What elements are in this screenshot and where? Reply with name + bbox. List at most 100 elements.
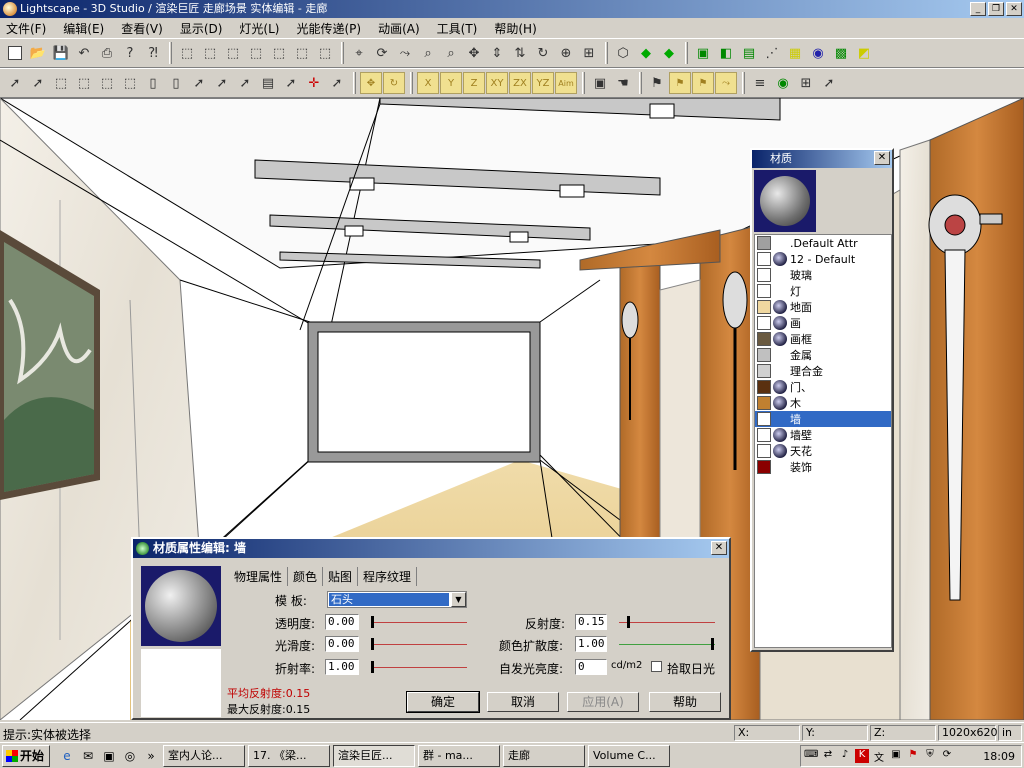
tray-app-icon[interactable]: ▣: [889, 749, 903, 763]
task-renderer[interactable]: 渲染巨匠...: [333, 744, 415, 767]
axis-xy-button[interactable]: XY: [486, 72, 508, 94]
material-list[interactable]: .Default Attr 12 - Default 玻璃灯地面画画框 金属 理合金 门、…: [754, 234, 892, 648]
material-list-item[interactable]: .Default Attr: [755, 235, 891, 251]
axis-y-button[interactable]: Y: [440, 72, 462, 94]
texture-icon[interactable]: ▩: [830, 42, 852, 64]
open-folder-icon[interactable]: 📂: [27, 42, 49, 64]
pan-icon[interactable]: ✥: [463, 42, 485, 64]
move-arrow-icon[interactable]: ➚: [326, 72, 348, 94]
dolly-icon[interactable]: ⇕: [486, 42, 508, 64]
roll-icon[interactable]: ↻: [532, 42, 554, 64]
material-list-item[interactable]: 木: [755, 395, 891, 411]
view-top-icon[interactable]: ⬚: [291, 42, 313, 64]
pick-scale-icon[interactable]: ➚: [234, 72, 256, 94]
ie-icon[interactable]: e: [58, 747, 76, 765]
refraction-field[interactable]: 1.00: [325, 659, 359, 675]
axis-yz-button[interactable]: YZ: [532, 72, 554, 94]
person-yellow-icon[interactable]: ⚑: [692, 72, 714, 94]
select-arrow-icon[interactable]: ➚: [4, 72, 26, 94]
tray-flag-icon[interactable]: ⚑: [906, 749, 920, 763]
menu-file[interactable]: 文件(F): [4, 20, 48, 37]
walk-icon[interactable]: ⤳: [394, 42, 416, 64]
menu-edit[interactable]: 编辑(E): [61, 20, 106, 37]
path-yellow-icon[interactable]: ⤳: [715, 72, 737, 94]
menu-display[interactable]: 显示(D): [178, 20, 225, 37]
materials-icon[interactable]: ▤: [738, 42, 760, 64]
ok-button[interactable]: 确定: [406, 691, 480, 713]
material-list-item[interactable]: 墙: [755, 411, 891, 427]
document-icon[interactable]: ▯: [142, 72, 164, 94]
zoom-icon[interactable]: ⌕: [417, 42, 439, 64]
task-volume[interactable]: Volume C...: [588, 744, 670, 767]
wireframe-icon[interactable]: ⬡: [612, 42, 634, 64]
print-icon[interactable]: ⎙: [96, 42, 118, 64]
material-list-item[interactable]: 画: [755, 315, 891, 331]
undo-icon[interactable]: ↶: [73, 42, 95, 64]
material-list-item[interactable]: 金属: [755, 347, 891, 363]
edit-object-icon[interactable]: ➚: [818, 72, 840, 94]
color-bleed-slider[interactable]: [615, 638, 715, 650]
material-list-item[interactable]: 玻璃: [755, 267, 891, 283]
tab-texture[interactable]: 贴图: [323, 567, 359, 586]
new-file-icon[interactable]: [4, 42, 26, 64]
task-chapter[interactable]: 17. 《梁...: [248, 744, 330, 767]
zoom-window-icon[interactable]: ⊞: [578, 42, 600, 64]
chevron-down-icon[interactable]: ▼: [451, 592, 466, 607]
globe-icon[interactable]: ◉: [807, 42, 829, 64]
more-chevron-icon[interactable]: »: [142, 747, 160, 765]
menu-tools[interactable]: 工具(T): [435, 20, 480, 37]
material-list-item[interactable]: 灯: [755, 283, 891, 299]
menu-animation[interactable]: 动画(A): [376, 20, 422, 37]
orbit-icon[interactable]: ⟳: [371, 42, 393, 64]
palette-icon[interactable]: ▦: [784, 42, 806, 64]
material-list-item[interactable]: 地面: [755, 299, 891, 315]
layer-select-icon[interactable]: ▤: [257, 72, 279, 94]
layers-icon[interactable]: ≡: [749, 72, 771, 94]
materials-panel-titlebar[interactable]: 材质 ✕: [752, 150, 892, 168]
document-copy-icon[interactable]: ▯: [165, 72, 187, 94]
view-right-icon[interactable]: ⬚: [268, 42, 290, 64]
material-editor-titlebar[interactable]: 材质属性编辑: 墙 ✕: [133, 539, 729, 558]
apply-button[interactable]: 应用(A): [567, 692, 639, 712]
image-icon[interactable]: ◩: [853, 42, 875, 64]
template-select[interactable]: 石头 ▼: [327, 591, 467, 608]
blocks-icon[interactable]: ◧: [715, 42, 737, 64]
hand-icon[interactable]: ☚: [612, 72, 634, 94]
tab-color[interactable]: 颜色: [288, 567, 324, 586]
axis-aim-button[interactable]: Aim: [555, 72, 577, 94]
menu-view[interactable]: 查看(V): [119, 20, 165, 37]
menu-help[interactable]: 帮助(H): [492, 20, 538, 37]
render-icon[interactable]: ◉: [772, 72, 794, 94]
layer-icon[interactable]: ▣: [692, 42, 714, 64]
close-button[interactable]: ✕: [1006, 2, 1022, 16]
refraction-slider[interactable]: [369, 661, 467, 673]
view-left-icon[interactable]: ⬚: [245, 42, 267, 64]
menu-radiosity[interactable]: 光能传递(P): [294, 20, 363, 37]
select-window-icon[interactable]: ⬚: [50, 72, 72, 94]
tray-lang-icon[interactable]: 文: [872, 749, 886, 764]
reflectance-field[interactable]: 0.15: [575, 614, 607, 630]
tilt-icon[interactable]: ⇅: [509, 42, 531, 64]
outlook-icon[interactable]: ✉: [79, 747, 97, 765]
axis-x-button[interactable]: X: [417, 72, 439, 94]
smoothness-slider[interactable]: [369, 638, 467, 650]
help-button[interactable]: 帮助: [649, 692, 721, 712]
material-editor-close-button[interactable]: ✕: [711, 541, 727, 555]
materials-panel-close-button[interactable]: ✕: [874, 151, 890, 165]
view-bottom-icon[interactable]: ⬚: [314, 42, 336, 64]
solid-shade-icon[interactable]: ◆: [635, 42, 657, 64]
select-add-icon[interactable]: ⬚: [96, 72, 118, 94]
tray-ime-icon[interactable]: ⌨: [804, 749, 818, 763]
minimize-button[interactable]: _: [970, 2, 986, 16]
move-icon[interactable]: ✥: [360, 72, 382, 94]
tray-network-icon[interactable]: ⇄: [821, 749, 835, 763]
start-button[interactable]: 开始: [2, 744, 50, 767]
zoom-region-icon[interactable]: ⌕: [440, 42, 462, 64]
tab-physical[interactable]: 物理属性: [229, 567, 289, 586]
select-crossing-icon[interactable]: ⬚: [73, 72, 95, 94]
pick-rotate-icon[interactable]: ➚: [211, 72, 233, 94]
select-help-icon[interactable]: ➚: [27, 72, 49, 94]
walker-icon[interactable]: ⚑: [646, 72, 668, 94]
menu-light[interactable]: 灯光(L): [237, 20, 281, 37]
tray-shield-icon[interactable]: ⛨: [923, 749, 937, 763]
